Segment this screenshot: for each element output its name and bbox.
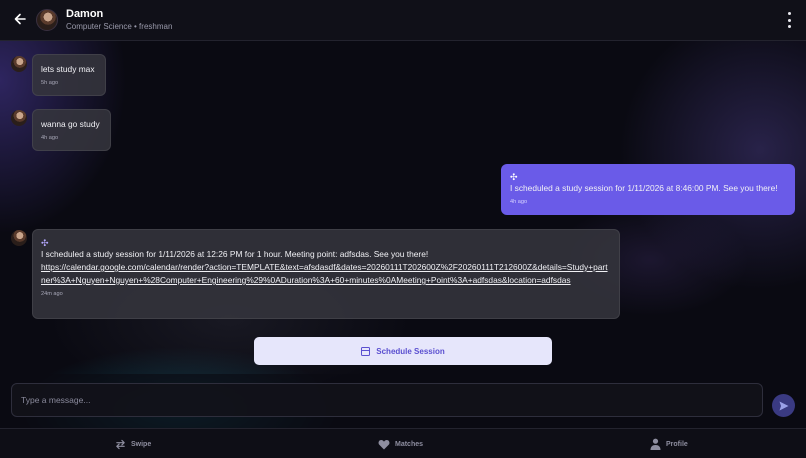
message-bubble-incoming: lets study max 5h ago — [32, 54, 106, 96]
message-text: I scheduled a study session for 1/11/202… — [510, 183, 778, 193]
message-text: lets study max — [41, 64, 95, 74]
calendar-icon — [361, 346, 371, 356]
message-time: 5h ago — [41, 80, 59, 86]
message-bubble-incoming: wanna go study 4h ago — [32, 109, 111, 151]
message-bubble-outgoing: ✣ I scheduled a study session for 1/11/2… — [501, 164, 795, 215]
avatar — [11, 56, 27, 72]
nav-profile[interactable]: Profile — [650, 429, 688, 458]
message-input[interactable] — [11, 383, 763, 417]
contact-subtitle: Computer Science • freshman — [66, 22, 173, 31]
message-time: 24m ago — [41, 291, 63, 297]
avatar — [11, 110, 27, 126]
more-options-button[interactable] — [786, 12, 792, 28]
nav-matches-label: Matches — [395, 440, 424, 448]
avatar[interactable] — [36, 9, 58, 31]
more-vertical-icon — [787, 12, 791, 15]
message-text: wanna go study — [41, 119, 100, 129]
nav-swipe-label: Swipe — [131, 440, 152, 448]
nav-profile-label: Profile — [666, 440, 688, 448]
user-icon — [650, 438, 661, 450]
nav-matches[interactable]: Matches — [378, 429, 423, 458]
avatar — [11, 230, 27, 246]
send-icon — [779, 401, 788, 410]
contact-name: Damon — [66, 8, 104, 20]
schedule-session-button[interactable]: Schedule Session — [254, 337, 552, 365]
message-time: 4h ago — [510, 199, 528, 205]
calendar-link[interactable]: https://calendar.google.com/calendar/ren… — [41, 261, 611, 287]
arrow-left-icon — [14, 13, 26, 25]
nav-swipe[interactable]: Swipe — [115, 429, 151, 458]
message-bubble-incoming: ✣ I scheduled a study session for 1/11/2… — [32, 229, 620, 319]
bottom-navigation: Swipe Matches Profile — [0, 428, 806, 458]
chat-header: Damon Computer Science • freshman — [0, 0, 806, 41]
heart-icon — [378, 439, 390, 449]
message-text: I scheduled a study session for 1/11/202… — [41, 249, 429, 259]
study-tool-icon: ✣ — [41, 238, 49, 248]
swap-arrows-icon — [116, 439, 125, 449]
schedule-session-label: Schedule Session — [376, 346, 445, 356]
message-time: 4h ago — [41, 135, 59, 141]
send-button[interactable] — [772, 394, 795, 417]
study-tool-icon: ✣ — [510, 172, 518, 182]
back-button[interactable] — [12, 11, 28, 27]
